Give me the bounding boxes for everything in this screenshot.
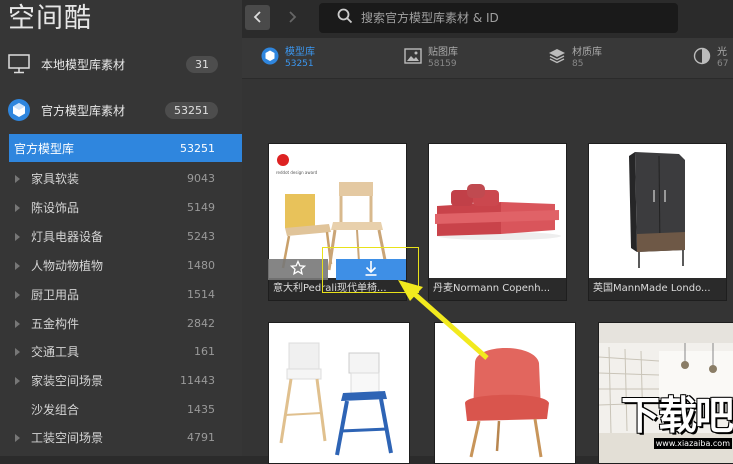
category-item[interactable]: 人物动物植物 1480 [9, 251, 242, 280]
star-icon [289, 259, 307, 280]
category-count: 5243 [187, 230, 215, 243]
category-item[interactable]: 工装空间场景 4791 [9, 423, 242, 452]
tab-count: 53251 [285, 58, 314, 69]
model-card[interactable] [268, 322, 410, 464]
category-label: 官方模型库 [14, 141, 75, 156]
category-count: 2842 [187, 317, 215, 330]
app-title: 空间酷 [8, 3, 92, 34]
annotation-highlight-box [322, 247, 419, 293]
thumbnail-pink-sofa [429, 144, 566, 278]
tab-label: 模型库 [285, 46, 315, 58]
watermark-url: www.xiazaiba.com [653, 438, 732, 449]
card-caption: 英国MannMade Londo... [589, 278, 726, 300]
expand-arrow-icon[interactable] [15, 203, 20, 212]
category-label: 厨卫用品 [31, 288, 80, 302]
expand-arrow-icon[interactable] [15, 174, 20, 183]
category-count: 5149 [187, 201, 215, 214]
expand-arrow-icon[interactable] [15, 347, 20, 356]
library-tabs: 模型库 53251 贴图库 58159 材质库 85 光 67 [242, 38, 733, 117]
top-bar [242, 0, 733, 38]
image-icon [404, 48, 422, 68]
tab-textures[interactable]: 贴图库 58159 [404, 38, 458, 78]
category-item[interactable]: 灯具电器设备 5243 [9, 222, 242, 251]
category-label: 家装空间场景 [31, 374, 104, 388]
expand-arrow-icon[interactable] [15, 433, 20, 442]
category-label: 家具软装 [31, 172, 80, 186]
tab-label: 材质库 [572, 46, 602, 58]
tab-label: 贴图库 [428, 46, 458, 58]
search-box[interactable] [319, 3, 678, 33]
sidebar: 空间酷 本地模型库素材 31 官方模型库素材 53251 官方模型库 53251… [0, 0, 242, 456]
category-count: 161 [194, 345, 215, 358]
search-icon [319, 8, 353, 28]
category-item[interactable]: 家装空间场景 11443 [9, 366, 242, 395]
search-input[interactable] [359, 10, 663, 26]
category-label: 五金构件 [31, 317, 80, 331]
cloud-library-icon [7, 98, 31, 122]
tab-count: 85 [572, 58, 584, 69]
monitor-icon [7, 52, 31, 76]
category-label: 陈设饰品 [31, 201, 80, 215]
category-count: 1480 [187, 259, 215, 272]
category-count: 9043 [187, 172, 215, 185]
model-card[interactable]: 英国MannMade Londo... [588, 143, 727, 301]
watermark-text: 下载吧 [620, 394, 733, 439]
category-label: 人物动物植物 [31, 259, 104, 273]
tab-models[interactable]: 模型库 53251 [261, 38, 315, 78]
thumbnail-black-wardrobe [589, 144, 726, 278]
category-official-library[interactable]: 官方模型库 53251 [9, 134, 242, 162]
expand-arrow-icon[interactable] [15, 319, 20, 328]
layers-icon [548, 48, 566, 68]
category-label: 工装空间场景 [31, 431, 104, 445]
thumbnail-coral-armchair [435, 323, 575, 463]
expand-arrow-icon[interactable] [15, 376, 20, 385]
category-label: 沙发组合 [31, 403, 80, 417]
expand-arrow-icon[interactable] [15, 261, 20, 270]
category-label: 灯具电器设备 [31, 230, 104, 244]
category-item[interactable]: 陈设饰品 5149 [9, 193, 242, 222]
tab-count: 58159 [428, 58, 457, 69]
category-item[interactable]: 交通工具 161 [9, 337, 242, 366]
category-count: 4791 [187, 431, 215, 444]
cube-icon [261, 47, 279, 69]
category-count: 11443 [180, 374, 215, 387]
tab-lights[interactable]: 光 67 [693, 38, 728, 78]
category-count: 1435 [187, 403, 215, 416]
source-label: 官方模型库素材 [41, 103, 126, 118]
thumbnail-high-chairs [269, 323, 409, 463]
tab-count: 67 [717, 58, 729, 69]
award-badge: reddot design award [276, 170, 318, 175]
tab-label: 光 [717, 46, 727, 58]
source-official-library[interactable]: 官方模型库素材 53251 [0, 88, 242, 132]
card-caption: 丹麦Normann Copenh... [429, 278, 566, 300]
category-item[interactable]: 沙发组合 1435 [9, 395, 242, 424]
tab-materials[interactable]: 材质库 85 [548, 38, 602, 78]
category-item[interactable]: 家具软装 9043 [9, 164, 242, 193]
category-count: 53251 [180, 141, 215, 155]
watermark: 下载吧 www.xiazaiba.com [596, 394, 733, 450]
category-item[interactable]: 五金构件 2842 [9, 309, 242, 338]
source-count-badge: 31 [186, 55, 218, 73]
chevron-right-icon [287, 8, 297, 27]
category-count: 1514 [187, 288, 215, 301]
source-local-library[interactable]: 本地模型库素材 31 [0, 42, 242, 86]
favorite-button[interactable] [268, 259, 328, 280]
source-label: 本地模型库素材 [41, 57, 126, 72]
forward-button[interactable] [279, 5, 304, 30]
chevron-left-icon [253, 8, 263, 27]
light-icon [693, 47, 711, 69]
category-label: 交通工具 [31, 345, 80, 359]
main-panel: 模型库 53251 贴图库 58159 材质库 85 [242, 0, 733, 464]
model-card[interactable] [434, 322, 576, 464]
category-item[interactable]: 厨卫用品 1514 [9, 280, 242, 309]
back-button[interactable] [245, 5, 270, 30]
expand-arrow-icon[interactable] [15, 232, 20, 241]
model-card[interactable]: 丹麦Normann Copenh... [428, 143, 567, 301]
expand-arrow-icon[interactable] [15, 290, 20, 299]
source-count-badge: 53251 [165, 101, 218, 119]
